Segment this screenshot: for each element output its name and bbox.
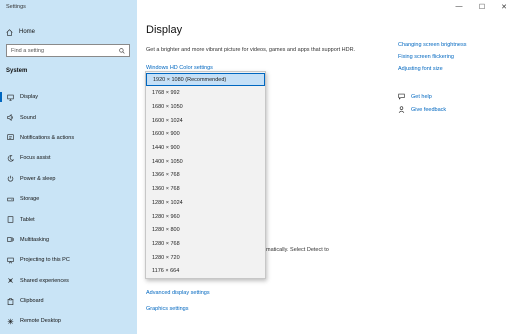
sidebar-item-clipboard[interactable]: Clipboard [0,291,137,311]
moon-icon [7,155,14,162]
sidebar-item-label: Sound [20,114,36,121]
hdr-description: Get a brighter and more vibrant picture … [146,47,356,53]
storage-icon [7,197,14,201]
monitor-icon [7,94,14,101]
tablet-icon [7,216,14,223]
sidebar-item-label: Storage [20,196,40,203]
home-icon [6,28,13,36]
resolution-option[interactable]: 1366 × 768 [146,169,265,182]
section-title: System [6,68,28,74]
sidebar-item-label: Power & sleep [20,175,56,182]
sidebar-item-label: Projecting to this PC [20,257,70,264]
resolution-option[interactable]: 1600 × 1024 [146,114,265,127]
related-link-brightness[interactable]: Changing screen brightness [398,42,467,48]
power-icon [7,175,14,182]
home-button[interactable]: Home [6,27,35,37]
sidebar-item-remote-desktop[interactable]: Remote Desktop [0,311,137,331]
home-label: Home [19,29,36,35]
resolution-option[interactable]: 1280 × 800 [146,224,265,237]
sidebar-item-multitasking[interactable]: Multitasking [0,230,137,250]
resolution-option[interactable]: 1440 × 900 [146,142,265,155]
speaker-icon [7,114,13,122]
sidebar-item-notifications[interactable]: Notifications & actions [0,128,137,148]
search-input[interactable]: Find a setting [6,44,130,57]
shared-icon [8,278,13,284]
get-help-label: Get help [411,93,432,100]
sidebar-item-shared-experiences[interactable]: Shared experiences [0,271,137,291]
sidebar-item-label: Display [20,94,39,101]
feedback-icon [398,106,405,113]
resolution-option[interactable]: 1280 × 720 [146,251,265,264]
resolution-option[interactable]: 1768 × 992 [146,87,265,100]
sidebar-item-label: Multitasking [20,236,50,243]
resolution-option-selected[interactable]: 1920 × 1080 (Recommended) [146,73,265,86]
page-title: Display [146,24,183,36]
resolution-option[interactable]: 1400 × 1050 [146,155,265,168]
resolution-option[interactable]: 1280 × 960 [146,210,265,223]
sidebar-item-power-sleep[interactable]: Power & sleep [0,169,137,189]
sidebar-nav: Display Sound Notifications & actions Fo… [0,87,137,332]
search-placeholder: Find a setting [11,47,45,54]
maximize-button[interactable]: ☐ [477,3,487,11]
resolution-option[interactable]: 1600 × 900 [146,128,265,141]
close-button[interactable]: ✕ [499,3,509,11]
sidebar-item-focus-assist[interactable]: Focus assist [0,148,137,168]
resolution-dropdown[interactable]: 1920 × 1080 (Recommended) 1768 × 992 168… [145,71,266,279]
sidebar-item-sound[interactable]: Sound [0,107,137,127]
resolution-option[interactable]: 1176 × 664 [146,265,265,278]
sidebar-item-label: Focus assist [20,155,51,162]
sidebar-item-storage[interactable]: Storage [0,189,137,209]
sidebar-item-tablet[interactable]: Tablet [0,209,137,229]
sidebar-item-projecting[interactable]: Projecting to this PC [0,250,137,270]
help-chat-icon [398,93,405,100]
give-feedback-link[interactable]: Give feedback [398,106,446,113]
related-link-flickering[interactable]: Fixing screen flickering [398,54,454,60]
sidebar-item-display[interactable]: Display [0,87,137,107]
window-title: Settings [6,4,26,10]
multitasking-icon [7,237,14,243]
remote-desktop-icon [7,318,14,325]
resolution-option[interactable]: 1280 × 768 [146,237,265,250]
resolution-option[interactable]: 1280 × 1024 [146,196,265,209]
sidebar: Settings Home Find a setting System Disp… [0,0,137,334]
clipboard-icon [7,297,14,305]
sidebar-item-label: Notifications & actions [20,134,75,141]
sidebar-item-label: Remote Desktop [20,318,61,325]
graphics-settings-link[interactable]: Graphics settings [146,306,189,312]
get-help-link[interactable]: Get help [398,93,432,100]
detect-text: matically. Select Detect to [266,247,329,253]
resolution-option[interactable]: 1360 × 768 [146,183,265,196]
minimize-button[interactable]: — [454,3,464,10]
sidebar-item-label: Clipboard [20,298,44,305]
sidebar-item-label: Shared experiences [20,277,69,284]
resolution-option[interactable]: 1680 × 1050 [146,100,265,113]
search-icon[interactable] [119,47,125,54]
sidebar-item-label: Tablet [20,216,35,223]
projecting-icon [7,257,14,264]
related-link-font-size[interactable]: Adjusting font size [398,66,443,72]
give-feedback-label: Give feedback [411,106,447,113]
notifications-icon [7,134,14,141]
advanced-display-settings-link[interactable]: Advanced display settings [146,290,210,296]
